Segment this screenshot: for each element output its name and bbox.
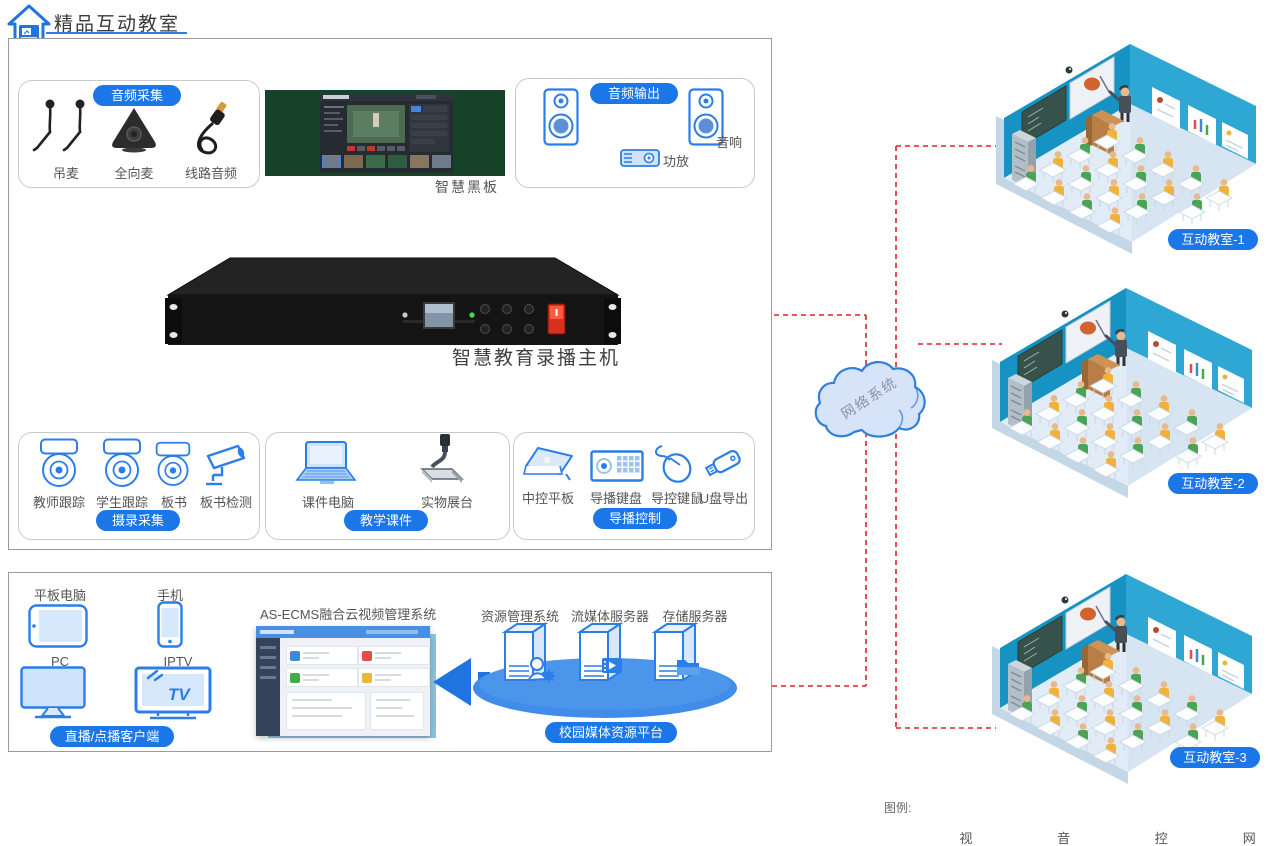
blackboard-label: 智慧黑板: [435, 177, 499, 197]
item-label: 实物展台: [417, 492, 477, 511]
ecms-window: [256, 626, 430, 736]
iptv-icon: TV: [134, 664, 212, 721]
teacher-tracking-camera-icon: [37, 438, 81, 490]
classroom-2: [988, 274, 1260, 506]
hanging-mic-icon: [32, 98, 102, 160]
storage-server-icon: [655, 624, 701, 680]
blackboard-app-window: [320, 93, 453, 173]
classroom-3-label: 互动教室-3: [1170, 747, 1260, 768]
legend-title: 图例:: [884, 799, 911, 816]
ecms-title: AS-ECMS融合云视频管理系统: [260, 604, 460, 623]
classroom-1: [992, 30, 1264, 262]
legend-control-label: 控制: [1155, 828, 1180, 846]
legend-audio-label: 音频: [1057, 828, 1082, 846]
camera-capture-pill: 摄录采集: [96, 510, 180, 531]
legend-video-label: 视频: [959, 828, 984, 846]
line-audio-icon: [186, 98, 240, 158]
smart-classroom-diagram: 精品互动教室 音频采集 吊麦 全向麦 线路音频: [0, 0, 1268, 846]
tablet-icon: [28, 604, 88, 648]
campus-platform-pill: 校园媒体资源平台: [545, 722, 677, 743]
director-control-pill: 导播控制: [593, 508, 677, 529]
speaker-left-icon: [543, 88, 579, 146]
phone-icon: [157, 601, 183, 648]
amp-label: 功放: [663, 151, 689, 170]
audio-capture-pill: 音频采集: [93, 85, 181, 106]
item-label: 平板电脑: [30, 585, 90, 604]
item-label: 吊麦: [36, 163, 96, 182]
board-detect-camera-icon: [202, 444, 250, 488]
item-label: 学生跟踪: [92, 492, 152, 511]
item-label: U盘导出: [697, 488, 751, 507]
item-label: 线路音频: [178, 163, 244, 182]
speaker-label: 音响: [716, 132, 742, 151]
control-tablet-icon: [522, 446, 580, 484]
recorder-label: 智慧教育录播主机: [452, 343, 620, 370]
item-label: 教师跟踪: [29, 492, 89, 511]
director-keyboard-icon: [590, 450, 644, 482]
classroom-2-label: 互动教室-2: [1168, 473, 1258, 494]
title-underline: [46, 32, 187, 34]
clients-pill: 直播/点播客户端: [50, 726, 174, 747]
pc-monitor-icon: [20, 666, 86, 720]
courseware-pill: 教学课件: [344, 510, 428, 531]
item-label: 板书: [158, 492, 190, 511]
item-label: 全向麦: [102, 163, 166, 182]
legend: 视频 音频 控制 网络: [898, 828, 1268, 846]
item-label: 课件电脑: [298, 492, 358, 511]
audio-output-pill: 音频输出: [590, 83, 678, 104]
board-camera-icon: [153, 440, 193, 490]
item-label: 中控平板: [519, 488, 577, 507]
item-label: 导播键盘: [587, 488, 645, 507]
streaming-server-icon: [580, 624, 622, 680]
resource-server-icon: [505, 624, 556, 683]
student-tracking-camera-icon: [100, 438, 144, 490]
legend-network-label: 网络: [1243, 828, 1268, 846]
classroom-1-label: 互动教室-1: [1168, 229, 1258, 250]
document-camera-icon: [418, 433, 466, 489]
laptop-icon: [295, 440, 361, 488]
usb-drive-icon: [700, 444, 748, 482]
amplifier-icon: [620, 149, 660, 167]
network-cloud: 网络系统: [814, 340, 930, 446]
mouse-icon: [652, 444, 696, 484]
recorder-device: [160, 255, 626, 351]
tv-text: TV: [168, 685, 191, 704]
item-label: 板书检测: [198, 492, 254, 511]
omni-mic-icon: [106, 104, 162, 156]
